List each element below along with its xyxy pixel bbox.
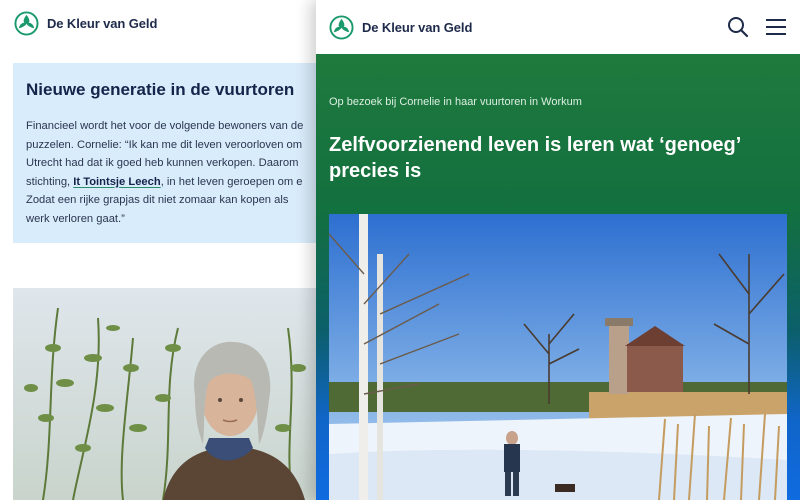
stichting-link[interactable]: It Tointsje Leech [73, 176, 160, 188]
portrait-photo [13, 288, 330, 500]
hero-photo [329, 214, 787, 500]
quote-line: Zodat een rijke grapjas dit niet zomaar … [26, 194, 289, 206]
menu-icon [766, 19, 786, 35]
quote-line: puzzelen. Cornelie: “Ik kan me dit leven… [26, 138, 303, 151]
site-header: De Kleur van Geld [316, 0, 800, 54]
menu-button[interactable] [764, 15, 788, 39]
portrait-image [13, 288, 330, 500]
article-headline: Zelfvoorzienend leven is leren wat ‘geno… [329, 134, 741, 182]
left-header: De Kleur van Geld [0, 0, 330, 46]
search-icon [728, 17, 749, 38]
article-hero: Op bezoek bij Cornelie in haar vuurtoren… [316, 54, 800, 500]
quote-line-prefix: stichting, [26, 175, 74, 188]
quote-line: Financieel wordt het voor de volgende be… [26, 120, 304, 132]
logo[interactable]: De Kleur van Geld [14, 10, 158, 36]
background-page: De Kleur van Geld Nieuwe generatie in de… [0, 0, 330, 500]
logo-mark-icon [329, 14, 354, 40]
brand-name: De Kleur van Geld [47, 15, 158, 31]
quote-title: Nieuwe generatie in de vuurtoren [26, 80, 295, 99]
article-kicker: Op bezoek bij Cornelie in haar vuurtoren… [329, 96, 582, 108]
search-button[interactable] [726, 15, 750, 39]
logo-mark-icon [14, 10, 39, 36]
foreground-page: De Kleur van Geld Op bezoek bij Cornelie… [316, 0, 800, 500]
hero-image [329, 214, 787, 500]
brand-name: De Kleur van Geld [362, 19, 473, 35]
quote-line: Utrecht had dat ik goed heb kunnen verko… [26, 157, 299, 169]
quote-line-suffix: , in het leven geroepen om e [160, 175, 303, 188]
quote-body: Financieel wordt het voor de volgende be… [26, 117, 330, 228]
quote-card: Nieuwe generatie in de vuurtoren Financi… [13, 63, 330, 243]
logo[interactable]: De Kleur van Geld [329, 14, 473, 40]
quote-line: stichting, It Tointsje Leech, in het lev… [26, 173, 330, 192]
header-actions [726, 15, 788, 39]
quote-line: werk verloren gaat.” [26, 212, 125, 225]
